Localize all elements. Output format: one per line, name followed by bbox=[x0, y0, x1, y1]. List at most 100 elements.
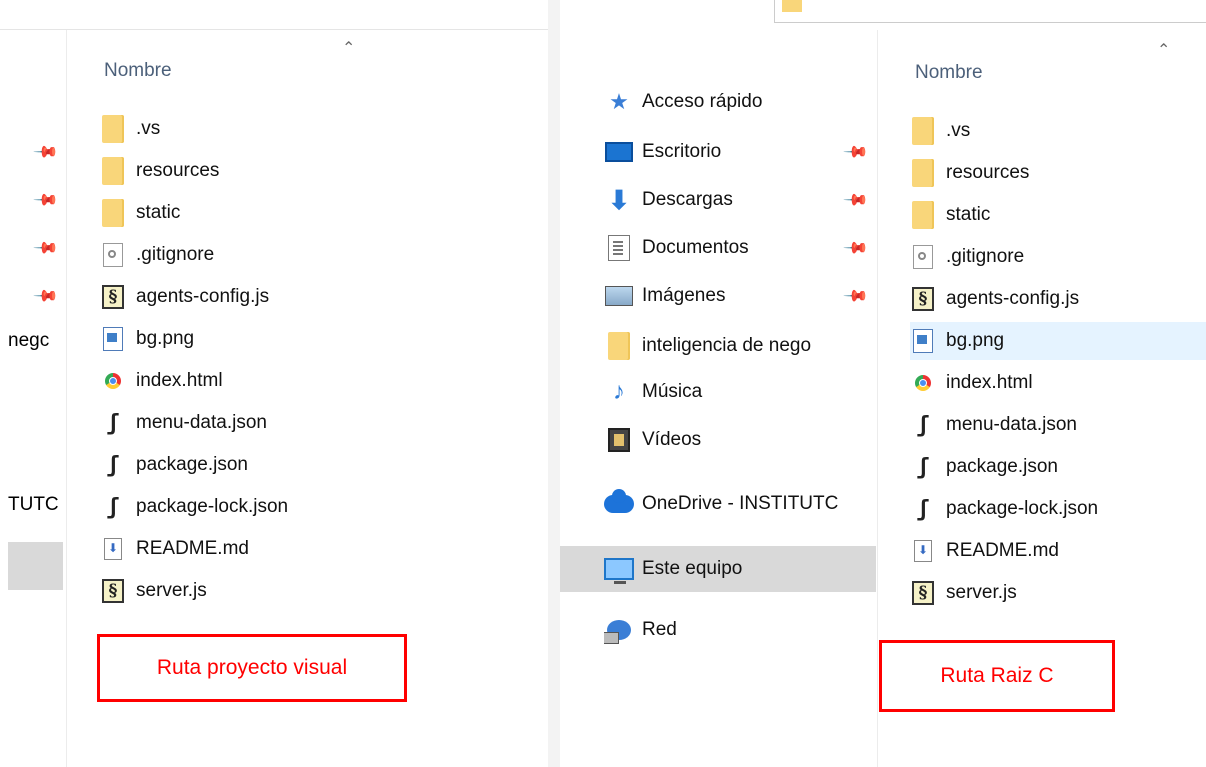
column-header-name[interactable]: Nombre bbox=[104, 60, 172, 82]
file-row[interactable]: static bbox=[910, 196, 1206, 234]
nav-item-label: Escritorio bbox=[642, 141, 722, 162]
file-row[interactable]: .gitignore bbox=[910, 238, 1206, 276]
nav-item-label: Música bbox=[642, 381, 703, 402]
folder-icon bbox=[100, 199, 126, 227]
nav-item[interactable]: Este equipo bbox=[560, 546, 876, 592]
file-name: menu-data.json bbox=[946, 414, 1077, 435]
file-row[interactable]: ⬇ README.md bbox=[100, 530, 520, 568]
nav-item-cut-label[interactable]: TUTC bbox=[8, 494, 59, 516]
nav-pane-divider[interactable] bbox=[66, 30, 67, 767]
folder-icon bbox=[910, 117, 936, 145]
nav-pin-icon[interactable]: 📌 bbox=[32, 282, 60, 310]
annotation-box-right: Ruta Raiz C bbox=[879, 640, 1115, 712]
nav-item[interactable]: OneDrive - INSTITUTC bbox=[604, 484, 874, 524]
file-row[interactable]: § agents-config.js bbox=[100, 278, 520, 316]
nav-item-label: Acceso rápido bbox=[642, 91, 763, 112]
json-file-icon: ʃ bbox=[106, 452, 120, 478]
nav-item[interactable]: ★ Acceso rápido bbox=[604, 82, 874, 122]
this-pc-icon bbox=[604, 555, 634, 584]
annotation-text-left: Ruta proyecto visual bbox=[156, 656, 348, 679]
network-icon bbox=[604, 616, 634, 644]
settings-file-icon bbox=[100, 242, 126, 268]
js-file-icon: § bbox=[100, 284, 126, 310]
file-row[interactable]: ʃ package-lock.json bbox=[100, 488, 520, 526]
nav-item-label: Documentos bbox=[642, 237, 749, 258]
file-row[interactable]: ʃ menu-data.json bbox=[100, 404, 520, 442]
file-row[interactable]: ʃ package-lock.json bbox=[910, 490, 1206, 528]
nav-pane-divider[interactable] bbox=[877, 30, 878, 767]
nav-item-label: inteligencia de nego bbox=[642, 335, 812, 356]
folder-icon bbox=[100, 157, 126, 185]
folder-icon bbox=[100, 115, 126, 143]
right-explorer-window: ★ Acceso rápido Escritorio 📌 ⬇ Descargas 📌 Docu… bbox=[560, 0, 1206, 767]
file-row[interactable]: index.html bbox=[100, 362, 520, 400]
folder-icon bbox=[604, 332, 634, 360]
file-name: server.js bbox=[946, 582, 1017, 603]
nav-item-label: OneDrive - INSTITUTC bbox=[642, 493, 839, 514]
file-name: static bbox=[946, 204, 991, 225]
file-row[interactable]: ⬇ README.md bbox=[910, 532, 1206, 570]
json-file-icon: ʃ bbox=[106, 410, 120, 436]
file-row[interactable]: ʃ package.json bbox=[910, 448, 1206, 486]
file-name: resources bbox=[946, 162, 1030, 183]
file-row[interactable]: ʃ menu-data.json bbox=[910, 406, 1206, 444]
file-name: static bbox=[136, 202, 181, 223]
column-header-name[interactable]: Nombre bbox=[915, 62, 983, 84]
file-row[interactable]: resources bbox=[910, 154, 1206, 192]
file-row[interactable]: .vs bbox=[100, 110, 520, 148]
file-row[interactable]: resources bbox=[100, 152, 520, 190]
file-name: package.json bbox=[136, 454, 248, 475]
markdown-file-icon: ⬇ bbox=[100, 536, 126, 562]
chrome-html-icon bbox=[910, 370, 936, 396]
file-name: package-lock.json bbox=[946, 498, 1099, 519]
file-row[interactable]: index.html bbox=[910, 364, 1206, 402]
nav-item[interactable]: ♪ Música bbox=[604, 372, 874, 412]
sort-ascending-chevron-icon[interactable]: ⌃ bbox=[1157, 40, 1170, 60]
file-name: package-lock.json bbox=[136, 496, 289, 517]
file-row[interactable]: ʃ package.json bbox=[100, 446, 520, 484]
music-icon: ♪ bbox=[613, 378, 625, 405]
nav-item[interactable]: Imágenes bbox=[604, 276, 874, 316]
file-row[interactable]: § server.js bbox=[100, 572, 520, 610]
window-gap bbox=[548, 0, 560, 767]
file-name: bg.png bbox=[946, 330, 1005, 351]
nav-item[interactable]: Vídeos bbox=[604, 420, 874, 460]
nav-item-selected-cut[interactable] bbox=[8, 542, 63, 590]
nav-item[interactable]: Red bbox=[604, 610, 874, 650]
videos-icon bbox=[604, 426, 634, 454]
file-row[interactable]: .gitignore bbox=[100, 236, 520, 274]
file-row[interactable]: bg.png bbox=[910, 322, 1206, 360]
file-name: server.js bbox=[136, 580, 207, 601]
nav-pin-icon[interactable]: 📌 bbox=[32, 234, 60, 262]
address-bar-box[interactable] bbox=[774, 0, 1206, 23]
file-name: menu-data.json bbox=[136, 412, 267, 433]
file-row[interactable]: .vs bbox=[910, 112, 1206, 150]
folder-icon bbox=[910, 159, 936, 187]
json-file-icon: ʃ bbox=[106, 494, 120, 520]
file-name: agents-config.js bbox=[136, 286, 270, 307]
json-file-icon: ʃ bbox=[916, 412, 930, 438]
annotation-box-left: Ruta proyecto visual bbox=[97, 634, 407, 702]
sort-ascending-chevron-icon[interactable]: ⌃ bbox=[342, 38, 355, 58]
nav-item[interactable]: ⬇ Descargas bbox=[604, 180, 874, 220]
markdown-file-icon: ⬇ bbox=[910, 538, 936, 564]
js-file-icon: § bbox=[910, 286, 936, 312]
nav-pin-icon[interactable]: 📌 bbox=[32, 138, 60, 166]
nav-item-label: Descargas bbox=[642, 189, 733, 210]
nav-item-label: Este equipo bbox=[642, 558, 743, 579]
image-file-icon bbox=[100, 326, 126, 352]
nav-item-cut-label[interactable]: negc bbox=[8, 330, 49, 352]
json-file-icon: ʃ bbox=[916, 496, 930, 522]
nav-item[interactable]: inteligencia de nego bbox=[604, 326, 874, 366]
file-row[interactable]: bg.png bbox=[100, 320, 520, 358]
file-row[interactable]: § agents-config.js bbox=[910, 280, 1206, 318]
pictures-icon bbox=[604, 282, 634, 310]
nav-item[interactable]: Documentos bbox=[604, 228, 874, 268]
nav-item[interactable]: Escritorio bbox=[604, 132, 874, 172]
file-row[interactable]: § server.js bbox=[910, 574, 1206, 612]
json-file-icon: ʃ bbox=[916, 454, 930, 480]
address-folder-icon bbox=[782, 0, 802, 12]
nav-item-label: Vídeos bbox=[642, 429, 702, 450]
nav-pin-icon[interactable]: 📌 bbox=[32, 186, 60, 214]
file-row[interactable]: static bbox=[100, 194, 520, 232]
